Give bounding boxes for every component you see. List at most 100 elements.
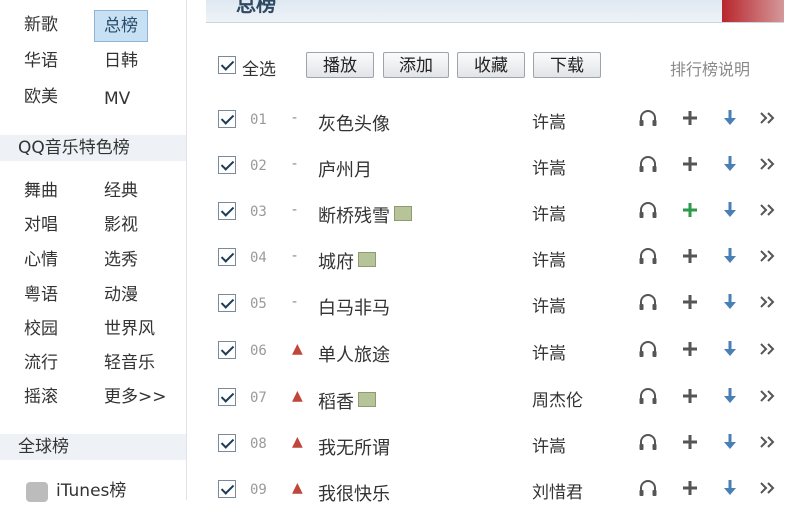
- sidebar-item-cantonese[interactable]: 粤语: [24, 284, 58, 306]
- sidebar-item-dance[interactable]: 舞曲: [24, 180, 58, 202]
- sidebar-item-anime[interactable]: 动漫: [104, 284, 138, 306]
- singer-name[interactable]: 许嵩: [532, 200, 566, 225]
- sidebar-item-pop[interactable]: 流行: [24, 352, 58, 374]
- download-arrow-icon[interactable]: [718, 198, 742, 222]
- sidebar-item-rock[interactable]: 摇滚: [24, 386, 58, 408]
- download-arrow-icon[interactable]: [718, 384, 742, 408]
- add-icon[interactable]: [678, 244, 702, 268]
- singer-name[interactable]: 许嵩: [532, 432, 566, 457]
- category-new-songs[interactable]: 新歌: [24, 14, 58, 36]
- sidebar-item-light[interactable]: 轻音乐: [104, 352, 155, 374]
- add-icon[interactable]: [678, 430, 702, 454]
- mv-icon[interactable]: [394, 206, 412, 221]
- add-icon[interactable]: [678, 152, 702, 176]
- more-icon[interactable]: [756, 244, 780, 268]
- play-button[interactable]: 播放: [306, 52, 374, 78]
- headphones-icon[interactable]: [636, 152, 660, 176]
- song-row[interactable]: 06 ▲ 单人旅途 许嵩: [206, 331, 784, 377]
- song-row[interactable]: 01 - 灰色头像 许嵩: [206, 100, 784, 146]
- more-icon[interactable]: [756, 152, 780, 176]
- favorite-button[interactable]: 收藏: [457, 52, 525, 78]
- sidebar-item-mood[interactable]: 心情: [24, 249, 58, 271]
- download-arrow-icon[interactable]: [718, 152, 742, 176]
- more-icon[interactable]: [756, 384, 780, 408]
- song-title[interactable]: 稻香: [318, 392, 354, 413]
- add-icon[interactable]: [678, 384, 702, 408]
- more-icon[interactable]: [756, 290, 780, 314]
- download-arrow-icon[interactable]: [718, 290, 742, 314]
- sidebar-item-campus[interactable]: 校园: [24, 318, 58, 340]
- song-checkbox[interactable]: [218, 248, 236, 266]
- song-checkbox[interactable]: [218, 156, 236, 174]
- headphones-icon[interactable]: [636, 198, 660, 222]
- song-title[interactable]: 我很快乐: [318, 484, 390, 505]
- song-title[interactable]: 庐州月: [318, 160, 372, 181]
- song-checkbox[interactable]: [218, 388, 236, 406]
- download-arrow-icon[interactable]: [718, 430, 742, 454]
- sidebar-item-film[interactable]: 影视: [104, 214, 138, 236]
- sidebar-item-world[interactable]: 世界风: [104, 318, 155, 340]
- singer-name[interactable]: 许嵩: [532, 108, 566, 133]
- download-arrow-icon[interactable]: [718, 106, 742, 130]
- song-row[interactable]: 05 - 白马非马 许嵩: [206, 284, 784, 330]
- song-title[interactable]: 我无所谓: [318, 438, 390, 459]
- song-title[interactable]: 城府: [318, 252, 354, 273]
- singer-name[interactable]: 许嵩: [532, 339, 566, 364]
- song-row[interactable]: 09 ▲ 我很快乐 刘惜君: [206, 470, 784, 516]
- download-arrow-icon[interactable]: [718, 244, 742, 268]
- headphones-icon[interactable]: [636, 106, 660, 130]
- song-row[interactable]: 07 ▲ 稻香 周杰伦: [206, 378, 784, 424]
- add-icon[interactable]: [678, 337, 702, 361]
- song-row[interactable]: 02 - 庐州月 许嵩: [206, 146, 784, 192]
- add-icon[interactable]: [678, 198, 702, 222]
- sidebar-item-classic[interactable]: 经典: [104, 180, 138, 202]
- sidebar-item-more[interactable]: 更多>>: [104, 386, 167, 408]
- headphones-icon[interactable]: [636, 476, 660, 500]
- headphones-icon[interactable]: [636, 244, 660, 268]
- singer-name[interactable]: 许嵩: [532, 246, 566, 271]
- add-icon[interactable]: [678, 476, 702, 500]
- song-checkbox[interactable]: [218, 480, 236, 498]
- download-arrow-icon[interactable]: [718, 337, 742, 361]
- category-japan-korea[interactable]: 日韩: [104, 50, 138, 72]
- headphones-icon[interactable]: [636, 430, 660, 454]
- chart-explanation-link[interactable]: 排行榜说明: [670, 56, 750, 80]
- more-icon[interactable]: [756, 106, 780, 130]
- headphones-icon[interactable]: [636, 384, 660, 408]
- category-mv[interactable]: MV: [104, 88, 130, 110]
- select-all-checkbox[interactable]: [218, 56, 236, 74]
- song-row[interactable]: 08 ▲ 我无所谓 许嵩: [206, 424, 784, 470]
- song-checkbox[interactable]: [218, 110, 236, 128]
- category-overall[interactable]: 总榜: [94, 10, 148, 42]
- singer-name[interactable]: 许嵩: [532, 154, 566, 179]
- headphones-icon[interactable]: [636, 290, 660, 314]
- song-title[interactable]: 白马非马: [318, 298, 390, 319]
- sidebar-item-itunes[interactable]: iTunes榜: [56, 480, 126, 502]
- song-checkbox[interactable]: [218, 294, 236, 312]
- headphones-icon[interactable]: [636, 337, 660, 361]
- song-title[interactable]: 灰色头像: [318, 114, 390, 135]
- sidebar-item-talent[interactable]: 选秀: [104, 249, 138, 271]
- song-checkbox[interactable]: [218, 434, 236, 452]
- add-icon[interactable]: [678, 106, 702, 130]
- add-icon[interactable]: [678, 290, 702, 314]
- mv-icon[interactable]: [358, 392, 376, 407]
- singer-name[interactable]: 许嵩: [532, 292, 566, 317]
- more-icon[interactable]: [756, 337, 780, 361]
- song-title[interactable]: 单人旅途: [318, 345, 390, 366]
- category-chinese[interactable]: 华语: [24, 50, 58, 72]
- singer-name[interactable]: 周杰伦: [532, 386, 583, 411]
- song-row[interactable]: 04 - 城府 许嵩: [206, 238, 784, 284]
- song-checkbox[interactable]: [218, 341, 236, 359]
- more-icon[interactable]: [756, 476, 780, 500]
- song-row[interactable]: 03 - 断桥残雪 许嵩: [206, 192, 784, 238]
- add-button[interactable]: 添加: [383, 52, 449, 78]
- mv-icon[interactable]: [358, 252, 376, 267]
- more-icon[interactable]: [756, 430, 780, 454]
- song-checkbox[interactable]: [218, 202, 236, 220]
- download-arrow-icon[interactable]: [718, 476, 742, 500]
- song-title[interactable]: 断桥残雪: [318, 206, 390, 227]
- more-icon[interactable]: [756, 198, 780, 222]
- sidebar-item-duet[interactable]: 对唱: [24, 214, 58, 236]
- singer-name[interactable]: 刘惜君: [532, 478, 583, 503]
